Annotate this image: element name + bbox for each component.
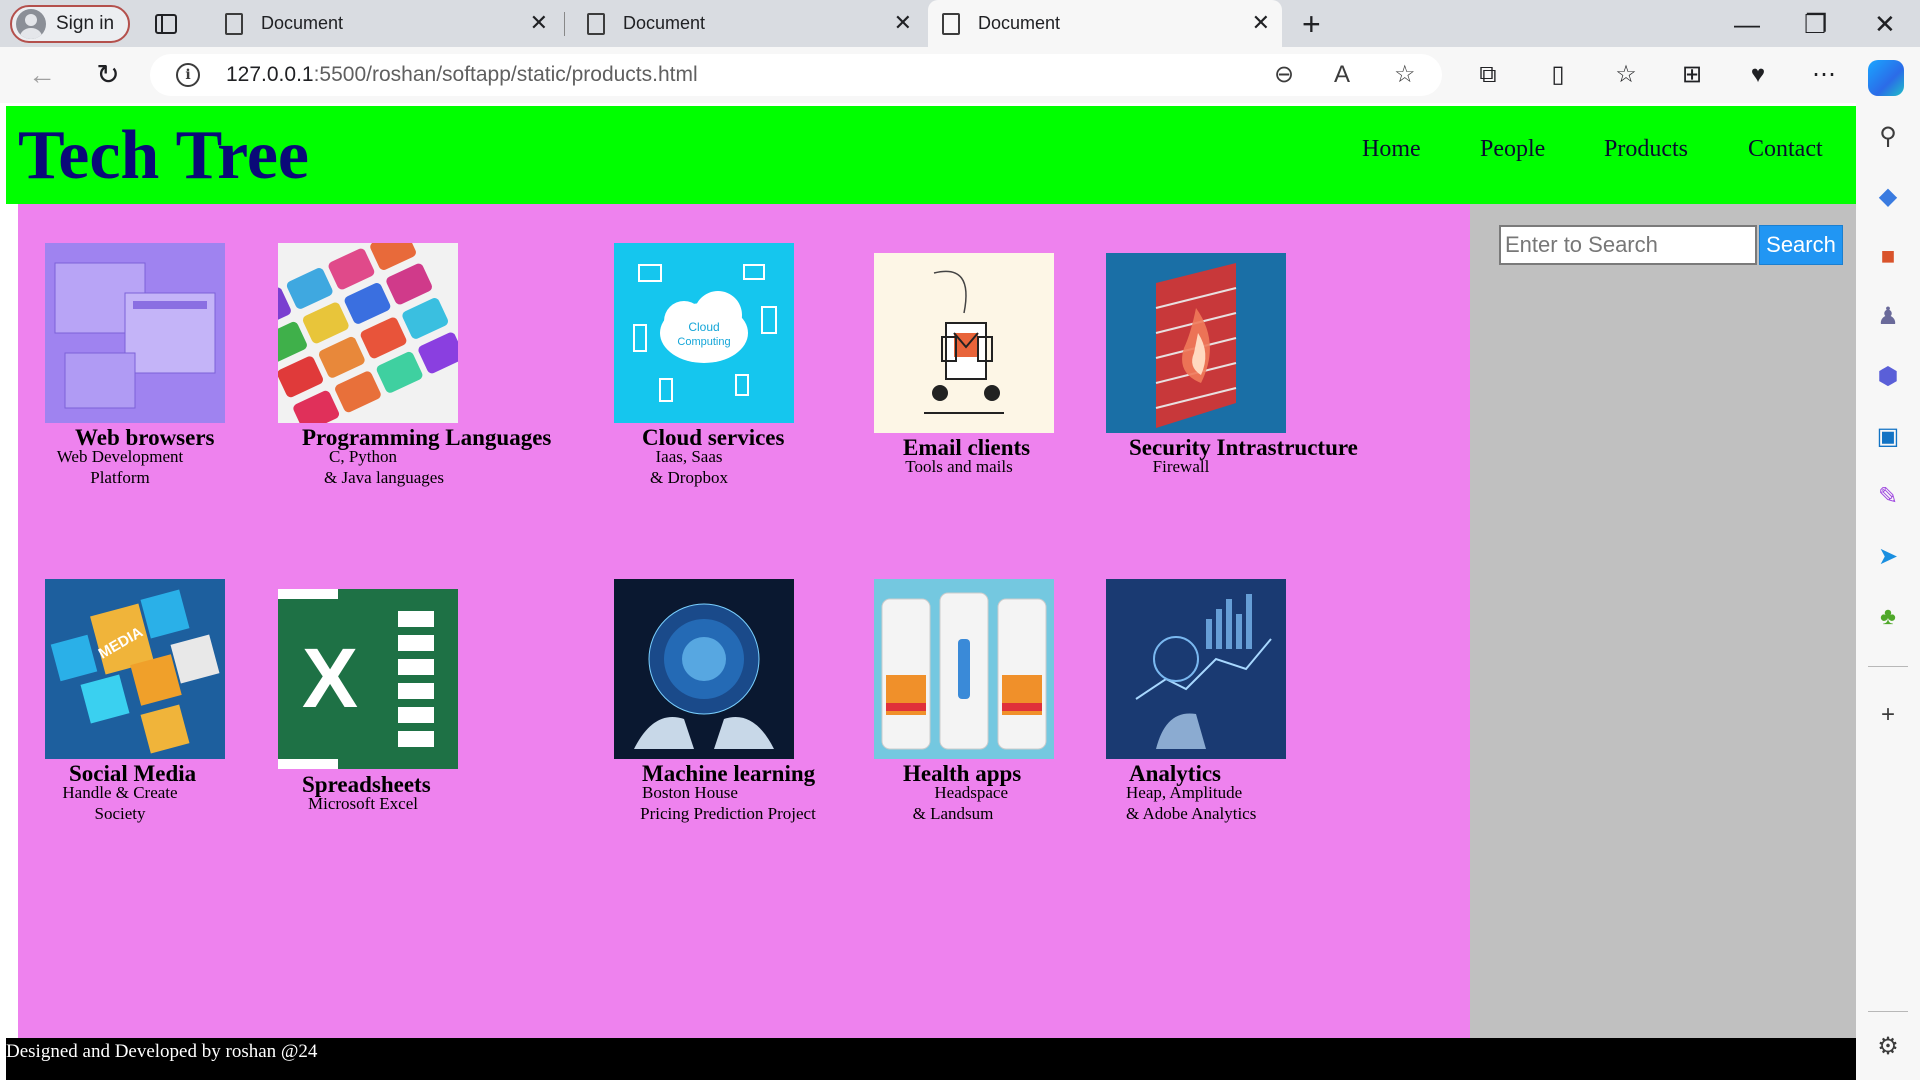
phone-apps-image[interactable]: [874, 579, 1054, 759]
product-desc: Boston House Pricing Prediction Project: [640, 783, 816, 823]
nav-people[interactable]: People: [1480, 136, 1545, 163]
brand-logo[interactable]: Tech Tree: [18, 114, 309, 198]
tools-briefcase-icon[interactable]: ■: [1872, 241, 1904, 273]
product-desc: Heap, Amplitude & Adobe Analytics: [1126, 783, 1257, 823]
analytics-charts-image[interactable]: [1106, 579, 1286, 759]
zoom-out-icon[interactable]: ⊖: [1274, 62, 1294, 88]
shopping-tag-icon[interactable]: ◆: [1872, 181, 1904, 213]
document-icon: [225, 12, 243, 35]
more-options-icon[interactable]: ⋯: [1806, 57, 1842, 93]
new-tab-button[interactable]: +: [1302, 6, 1321, 42]
email-illustration-image[interactable]: [874, 253, 1054, 433]
site-header: Tech Tree Home People Products Contact: [6, 106, 1856, 204]
copilot-icon[interactable]: [1868, 60, 1904, 96]
social-media-cubes-image[interactable]: MEDIA: [45, 579, 225, 759]
search-input[interactable]: [1499, 225, 1757, 265]
tree-icon[interactable]: ♣: [1872, 601, 1904, 633]
profile-avatar-icon: [16, 9, 46, 39]
tab-title: Document: [261, 13, 344, 33]
minimize-icon[interactable]: —: [1734, 6, 1760, 42]
product-desc: C, Python & Java languages: [324, 447, 444, 487]
sign-in-label: Sign in: [56, 13, 115, 34]
products-section: Web browsers Web Development Platform Pr…: [18, 204, 1470, 1038]
address-toolbar: ← ↻ i 127.0.0.1:5500/roshan/softapp/stat…: [0, 47, 1920, 103]
microsoft-365-icon[interactable]: ⬢: [1872, 361, 1904, 393]
keyboard-keys-image[interactable]: [278, 243, 458, 423]
refresh-icon[interactable]: ↻: [90, 57, 126, 93]
restore-icon[interactable]: ❐: [1804, 6, 1827, 42]
url-text[interactable]: 127.0.0.1:5500/roshan/softapp/static/pro…: [226, 63, 698, 87]
close-window-icon[interactable]: ✕: [1874, 6, 1896, 42]
close-tab-icon[interactable]: ✕: [894, 12, 912, 34]
site-footer: Designed and Developed by roshan @24: [6, 1038, 1856, 1080]
close-tab-icon[interactable]: ✕: [1252, 12, 1270, 34]
tab-separator: [564, 12, 565, 36]
games-icon[interactable]: ♟: [1872, 301, 1904, 333]
site-info-icon[interactable]: i: [176, 63, 200, 87]
browser-tab-1[interactable]: Document ✕: [205, 0, 560, 47]
address-bar[interactable]: i 127.0.0.1:5500/roshan/softapp/static/p…: [150, 54, 1442, 96]
close-tab-icon[interactable]: ✕: [530, 12, 548, 34]
add-icon[interactable]: +: [1872, 699, 1904, 731]
product-desc: Firewall: [1152, 457, 1210, 476]
nav-contact[interactable]: Contact: [1748, 136, 1823, 163]
browser-windows-image[interactable]: [45, 243, 225, 423]
search-icon[interactable]: ⚲: [1872, 121, 1904, 153]
send-icon[interactable]: ➤: [1872, 541, 1904, 573]
browser-tab-3-active[interactable]: Document ✕: [928, 0, 1282, 47]
favorite-star-icon[interactable]: ☆: [1394, 62, 1416, 88]
tab-title: Document: [623, 13, 706, 33]
nav-products[interactable]: Products: [1604, 136, 1688, 163]
svg-text:Cloud: Cloud: [688, 320, 719, 334]
designer-icon[interactable]: ✎: [1872, 481, 1904, 513]
search-button[interactable]: Search: [1759, 225, 1843, 265]
edge-sidebar: ⚲ ◆ ■ ♟ ⬢ ▣ ✎ ➤ ♣ + ⚙: [1856, 103, 1920, 1080]
excel-logo-image[interactable]: X: [278, 589, 458, 769]
extensions-icon[interactable]: ⧉: [1470, 57, 1506, 93]
document-icon: [942, 12, 960, 35]
back-arrow-icon[interactable]: ←: [24, 57, 60, 93]
ai-robot-hands-image[interactable]: [614, 579, 794, 759]
split-screen-icon[interactable]: ▯: [1540, 57, 1576, 93]
search-sidebar: Search: [1470, 204, 1856, 1038]
tab-actions-icon[interactable]: [152, 10, 180, 38]
sidebar-divider: [1868, 666, 1908, 667]
nav-home[interactable]: Home: [1362, 136, 1421, 163]
browser-essentials-icon[interactable]: ♥: [1740, 57, 1776, 93]
product-desc: Iaas, Saas & Dropbox: [650, 447, 728, 487]
settings-gear-icon[interactable]: ⚙: [1872, 1031, 1904, 1063]
browser-tab-bar: Sign in Document ✕ Document ✕ Document ✕…: [0, 0, 1920, 47]
collections-icon[interactable]: ⊞: [1674, 57, 1710, 93]
sign-in-button[interactable]: Sign in: [10, 5, 130, 43]
firewall-image[interactable]: [1106, 253, 1286, 433]
sidebar-divider: [1868, 1011, 1908, 1012]
document-icon: [587, 12, 605, 35]
product-desc: Web Development Platform: [56, 447, 184, 487]
cloud-computing-image[interactable]: Cloud Computing: [614, 243, 794, 423]
browser-tab-2[interactable]: Document ✕: [567, 0, 924, 47]
product-desc: Tools and mails: [905, 457, 1013, 476]
product-desc: Headspace & Landsum: [912, 783, 1008, 823]
favorites-icon[interactable]: ☆: [1608, 57, 1644, 93]
product-desc: Microsoft Excel: [308, 794, 418, 813]
read-aloud-icon[interactable]: A: [1334, 62, 1350, 88]
svg-text:Computing: Computing: [677, 336, 730, 348]
product-desc: Handle & Create Society: [62, 783, 178, 823]
svg-text:X: X: [302, 631, 358, 725]
outlook-icon[interactable]: ▣: [1872, 421, 1904, 453]
tab-title: Document: [978, 13, 1061, 33]
page-viewport: Tech Tree Home People Products Contact W…: [6, 103, 1856, 1080]
